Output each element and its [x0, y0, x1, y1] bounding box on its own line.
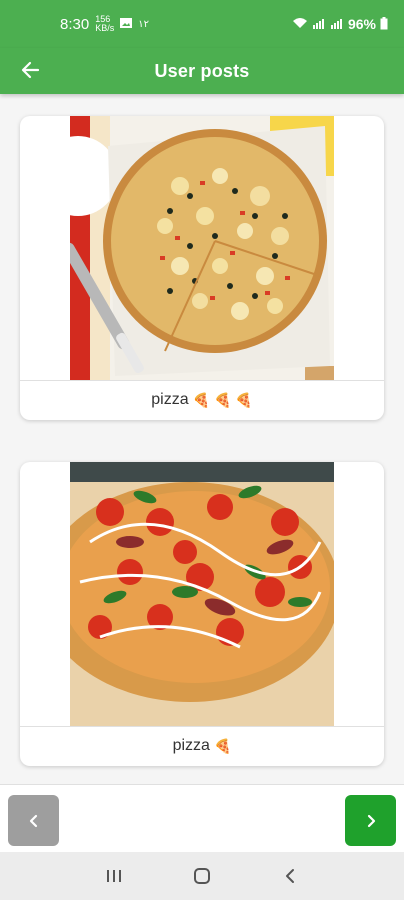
- posts-list[interactable]: pizza 🍕 🍕 🍕 pizza 🍕: [0, 94, 404, 784]
- recent-apps-icon: [107, 870, 121, 882]
- page-title: User posts: [154, 60, 250, 81]
- previous-page-button[interactable]: [8, 795, 59, 846]
- gallery-icon: [120, 17, 133, 31]
- pizza-emoji-icon: 🍕 🍕 🍕: [192, 391, 253, 408]
- status-speed-unit: KB/s: [95, 23, 115, 33]
- post-card[interactable]: pizza 🍕: [20, 462, 384, 766]
- status-left: 8:30 156 KB/s ١٢: [60, 15, 149, 33]
- signal-icon-2: [330, 17, 344, 31]
- status-bar: 8:30 156 KB/s ١٢ 96%: [0, 0, 404, 48]
- system-back-icon: [286, 869, 294, 883]
- signal-icon: [312, 17, 326, 31]
- system-back-button[interactable]: [275, 861, 305, 891]
- app-bar: User posts: [0, 48, 404, 94]
- arrow-back-icon: [21, 61, 40, 79]
- next-page-button[interactable]: [345, 795, 396, 846]
- wifi-icon: [292, 17, 308, 31]
- home-button[interactable]: [187, 861, 217, 891]
- post-divider: [20, 726, 384, 727]
- chevron-left-icon: [29, 814, 37, 827]
- post-image: [70, 462, 334, 726]
- battery-percent: 96%: [347, 16, 376, 32]
- home-icon: [194, 868, 210, 884]
- recent-apps-button[interactable]: [99, 861, 129, 891]
- status-extra: ١٢: [138, 18, 149, 30]
- pizza-emoji-icon: 🍕: [213, 737, 232, 754]
- post-card[interactable]: pizza 🍕 🍕 🍕: [20, 116, 384, 420]
- status-right: 96%: [292, 16, 388, 32]
- post-caption-text: pizza: [172, 737, 210, 754]
- battery-icon: [380, 16, 388, 32]
- chevron-right-icon: [367, 814, 375, 827]
- back-button[interactable]: [14, 54, 46, 86]
- post-image: [70, 116, 334, 380]
- post-divider: [20, 380, 384, 381]
- pagination-bar: [0, 784, 404, 853]
- system-navigation-bar: [0, 852, 404, 900]
- post-caption: pizza 🍕: [20, 728, 384, 764]
- status-network-speed: 156 KB/s: [95, 15, 114, 33]
- post-caption: pizza 🍕 🍕 🍕: [20, 382, 384, 418]
- status-time: 8:30: [60, 15, 90, 33]
- post-caption-text: pizza: [151, 391, 189, 408]
